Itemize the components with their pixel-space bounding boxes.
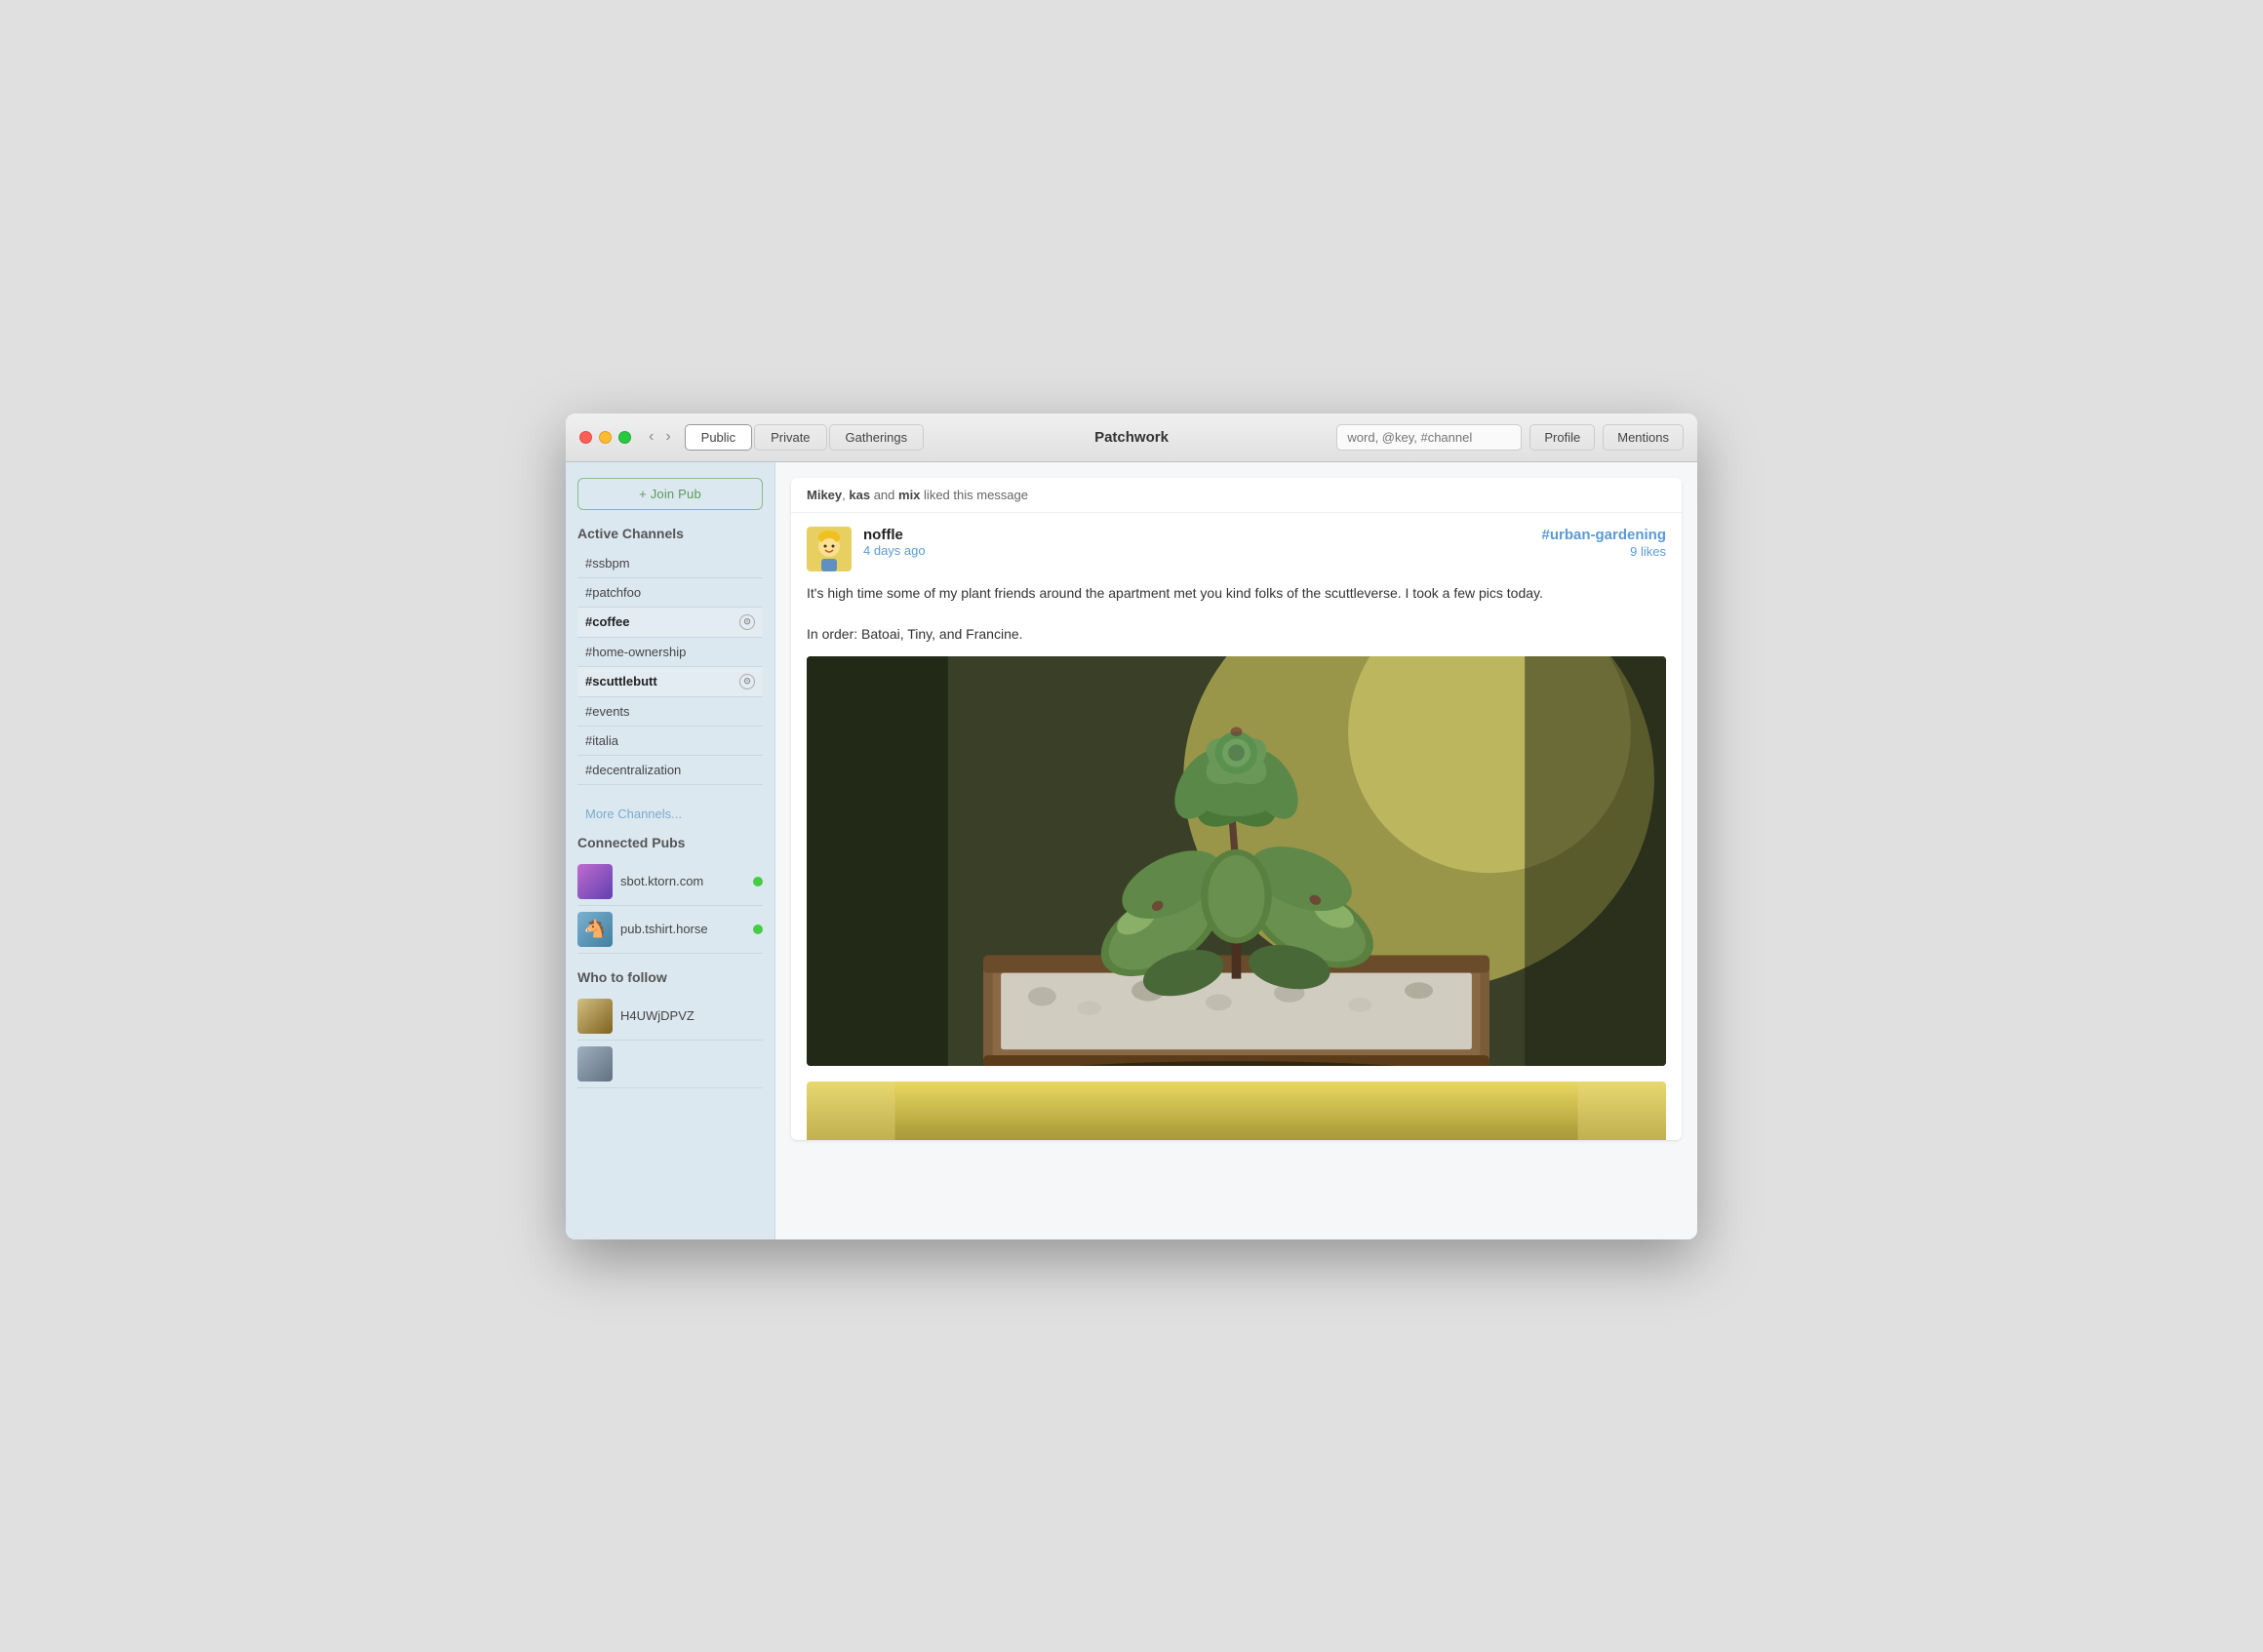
channel-name: #coffee [585,614,630,629]
notify-icon: ⊙ [739,674,755,689]
post-username[interactable]: noffle [863,527,926,543]
close-button[interactable] [579,431,592,444]
app-title: Patchwork [1094,429,1169,446]
post-channel-area: #urban-gardening 9 likes [1541,527,1666,559]
channel-name: #home-ownership [585,645,686,659]
channel-item[interactable]: #decentralization [577,756,763,785]
post-body: It's high time some of my plant friends … [791,571,1682,656]
feed: Mikey, kas and mix liked this message [775,462,1697,1239]
channel-item[interactable]: #ssbpm [577,549,763,578]
titlebar-right: Profile Mentions [1336,424,1684,451]
connected-pubs-title: Connected Pubs [577,835,763,850]
post-text-2: In order: Batoai, Tiny, and Francine. [807,624,1666,645]
join-pub-button[interactable]: + Join Pub [577,478,763,510]
channel-name: #scuttlebutt [585,674,657,688]
post-header-left: noffle 4 days ago [807,527,926,571]
search-input[interactable] [1336,424,1522,451]
post-header: noffle 4 days ago #urban-gardening 9 lik… [791,513,1682,571]
liker2: kas [849,488,870,502]
notify-icon: ⊙ [739,614,755,630]
channel-name: #ssbpm [585,556,630,570]
more-channels-link[interactable]: More Channels... [577,801,763,827]
forward-button[interactable]: › [661,427,674,447]
post-card: Mikey, kas and mix liked this message [791,478,1682,1140]
channel-item[interactable]: #patchfoo [577,578,763,608]
pub-name: pub.tshirt.horse [620,922,745,936]
likes-and: and [874,488,898,502]
mentions-button[interactable]: Mentions [1603,424,1684,451]
pub-name: sbot.ktorn.com [620,874,745,888]
likes-bar: Mikey, kas and mix liked this message [791,478,1682,513]
liker3: mix [898,488,920,502]
next-image-preview [807,1082,1666,1140]
connected-pubs-list: sbot.ktorn.com 🐴 pub.tshirt.horse [577,858,763,954]
channel-name: #patchfoo [585,585,641,600]
plant-svg [807,656,1666,1066]
post-text-1: It's high time some of my plant friends … [807,583,1666,604]
active-channels-title: Active Channels [577,526,763,541]
pub-item[interactable]: sbot.ktorn.com [577,858,763,906]
post-channel-link[interactable]: #urban-gardening [1541,527,1666,543]
who-to-follow-list: H4UWjDPVZ [577,993,763,1088]
channel-item[interactable]: #italia [577,727,763,756]
who-to-follow-title: Who to follow [577,969,763,985]
sidebar: + Join Pub Active Channels #ssbpm #patch… [566,462,775,1239]
pub-item[interactable]: 🐴 pub.tshirt.horse [577,906,763,954]
channel-name: #italia [585,733,618,748]
channel-name: #decentralization [585,763,681,777]
profile-button[interactable]: Profile [1529,424,1595,451]
pub-connected-dot [753,877,763,886]
main-content: + Join Pub Active Channels #ssbpm #patch… [566,462,1697,1239]
back-button[interactable]: ‹ [645,427,657,447]
pub-avatar: 🐴 [577,912,613,947]
nav-tabs: Public Private Gatherings [685,424,924,451]
plant-photo [807,656,1666,1066]
pub-avatar [577,864,613,899]
tab-gatherings[interactable]: Gatherings [829,424,925,451]
channel-list: #ssbpm #patchfoo #coffee ⊙ #home-ownersh… [577,549,763,785]
follow-item[interactable]: H4UWjDPVZ [577,993,763,1041]
post-user-info: noffle 4 days ago [863,527,926,558]
user-avatar-svg [807,527,852,571]
post-time: 4 days ago [863,543,926,558]
tab-private[interactable]: Private [754,424,826,451]
liker1: Mikey [807,488,842,502]
channel-item[interactable]: #home-ownership [577,638,763,667]
pub-connected-dot [753,924,763,934]
follow-avatar [577,1046,613,1082]
post-likes-count: 9 likes [1541,544,1666,559]
follow-avatar [577,999,613,1034]
follow-item[interactable] [577,1041,763,1088]
avatar[interactable] [807,527,852,571]
channel-item-coffee[interactable]: #coffee ⊙ [577,608,763,638]
channel-item-scuttlebutt[interactable]: #scuttlebutt ⊙ [577,667,763,697]
maximize-button[interactable] [618,431,631,444]
nav-arrows: ‹ › [645,427,675,447]
tab-public[interactable]: Public [685,424,752,451]
post-image[interactable] [807,656,1666,1066]
minimize-button[interactable] [599,431,612,444]
next-image-svg [807,1082,1666,1140]
traffic-lights [579,431,631,444]
follow-username: H4UWjDPVZ [620,1008,695,1023]
channel-item[interactable]: #events [577,697,763,727]
titlebar: ‹ › Public Private Gatherings Patchwork … [566,413,1697,462]
likes-text-suffix: liked this message [924,488,1028,502]
app-window: ‹ › Public Private Gatherings Patchwork … [566,413,1697,1239]
channel-name: #events [585,704,630,719]
